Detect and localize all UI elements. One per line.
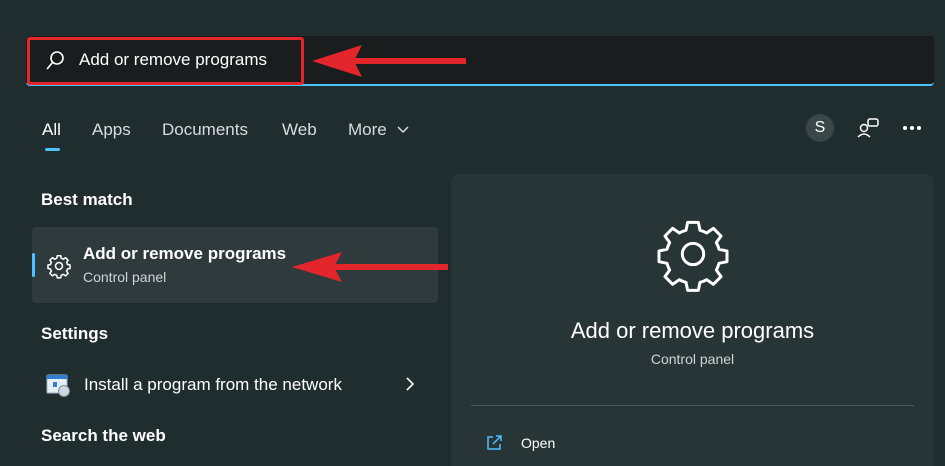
divider — [471, 405, 914, 406]
settings-heading: Settings — [41, 324, 109, 343]
gear-icon — [657, 220, 729, 292]
more-options-icon[interactable] — [902, 125, 922, 131]
preview-subtitle: Control panel — [650, 351, 735, 367]
open-action-button[interactable]: Open — [521, 435, 555, 451]
best-match-title: Add or remove programs — [83, 244, 287, 263]
settings-item-install-program[interactable]: Install a program from the network — [84, 375, 342, 395]
annotation-highlight-box — [27, 37, 304, 85]
best-match-heading: Best match — [41, 190, 133, 209]
tab-more[interactable]: More — [348, 120, 387, 140]
selected-indicator — [32, 253, 35, 277]
active-tab-indicator — [45, 148, 60, 151]
tab-apps[interactable]: Apps — [92, 120, 131, 140]
preview-title: Add or remove programs — [570, 318, 815, 343]
annotation-arrow-icon — [292, 252, 448, 282]
open-external-icon[interactable] — [485, 434, 503, 452]
network-install-icon — [46, 374, 70, 397]
chevron-right-icon[interactable] — [405, 377, 415, 391]
tab-all[interactable]: All — [42, 120, 61, 140]
chevron-down-icon[interactable] — [397, 126, 409, 134]
annotation-arrow-icon — [312, 45, 466, 77]
people-icon[interactable] — [856, 117, 880, 139]
avatar[interactable]: S — [806, 114, 834, 142]
gear-icon — [47, 254, 71, 279]
tab-web[interactable]: Web — [282, 120, 317, 140]
tab-documents[interactable]: Documents — [162, 120, 248, 140]
search-web-heading: Search the web — [41, 426, 166, 445]
best-match-subtitle: Control panel — [83, 269, 167, 285]
